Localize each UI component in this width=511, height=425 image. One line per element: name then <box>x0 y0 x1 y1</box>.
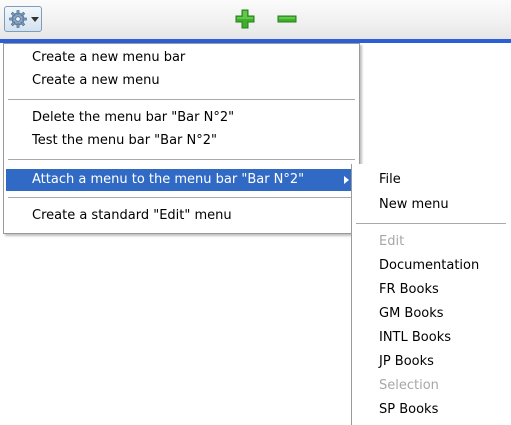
menu-item-attach-menu[interactable]: Attach a menu to the menu bar "Bar N°2" <box>6 169 357 191</box>
attach-submenu: File New menu Edit Documentation FR Book… <box>351 164 511 425</box>
add-button[interactable] <box>234 8 256 30</box>
caret-down-icon <box>31 17 39 22</box>
menu-item-label: Create a new menu bar <box>32 50 186 65</box>
plus-icon <box>235 9 255 29</box>
settings-dropdown-button[interactable] <box>4 6 42 32</box>
toolbar <box>0 0 511 39</box>
remove-button[interactable] <box>276 8 298 30</box>
menu-separator <box>8 99 355 101</box>
submenu-item-label: FR Books <box>379 282 439 297</box>
minus-icon <box>277 15 297 23</box>
submenu-item-label: Selection <box>379 378 439 393</box>
menu-item-label: Delete the menu bar "Bar N°2" <box>32 110 235 125</box>
menu-item-test-menu-bar[interactable]: Test the menu bar "Bar N°2" <box>6 130 357 152</box>
submenu-item-jp-books[interactable]: JP Books <box>352 350 511 373</box>
menu-item-create-menu-bar[interactable]: Create a new menu bar <box>6 47 357 69</box>
menu-item-label: Create a standard "Edit" menu <box>32 208 232 223</box>
menu-separator <box>8 197 355 199</box>
submenu-item-sp-books[interactable]: SP Books <box>352 398 511 421</box>
submenu-item-label: GM Books <box>379 306 444 321</box>
submenu-item-intl-books[interactable]: INTL Books <box>352 326 511 349</box>
submenu-item-fr-books[interactable]: FR Books <box>352 278 511 301</box>
menu-item-label: Attach a menu to the menu bar "Bar N°2" <box>32 172 305 187</box>
submenu-item-selection: Selection <box>352 374 511 397</box>
menu-item-label: Create a new menu <box>32 73 160 88</box>
submenu-item-label: SP Books <box>379 402 439 417</box>
submenu-arrow-icon <box>344 176 349 184</box>
submenu-item-label: Edit <box>379 234 405 249</box>
menu-item-label: Test the menu bar "Bar N°2" <box>32 133 217 148</box>
submenu-item-label: File <box>379 172 401 187</box>
submenu-item-edit: Edit <box>352 230 511 253</box>
submenu-item-documentation[interactable]: Documentation <box>352 254 511 277</box>
submenu-separator <box>356 223 506 225</box>
menu-separator <box>8 159 355 161</box>
submenu-item-gm-books[interactable]: GM Books <box>352 302 511 325</box>
gear-icon <box>9 10 27 28</box>
menu-item-delete-menu-bar[interactable]: Delete the menu bar "Bar N°2" <box>6 107 357 129</box>
submenu-item-new-menu[interactable]: New menu <box>352 193 511 216</box>
menu-item-create-menu[interactable]: Create a new menu <box>6 70 357 92</box>
submenu-item-label: INTL Books <box>379 330 452 345</box>
settings-menu: Create a new menu bar Create a new menu … <box>3 43 360 234</box>
menu-item-create-edit-menu[interactable]: Create a standard "Edit" menu <box>6 205 357 227</box>
submenu-item-label: JP Books <box>379 354 434 369</box>
submenu-item-label: Documentation <box>379 258 480 273</box>
submenu-item-file[interactable]: File <box>352 168 511 191</box>
submenu-item-label: New menu <box>379 197 449 212</box>
